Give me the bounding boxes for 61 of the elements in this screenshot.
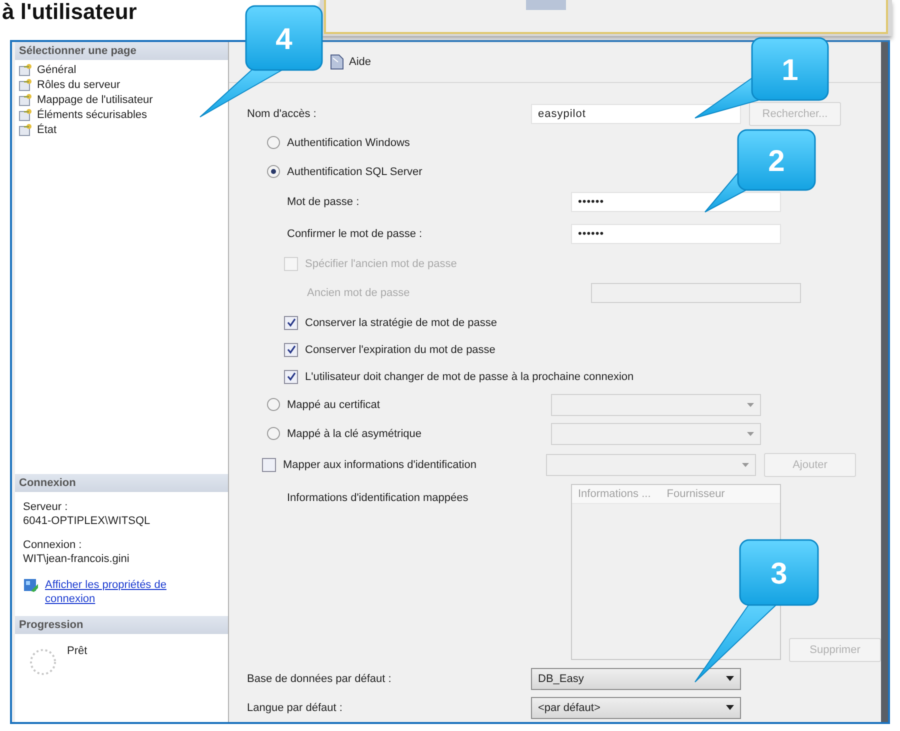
- page-icon: [19, 108, 33, 121]
- page-icon: [19, 63, 33, 76]
- spinner-icon: [29, 648, 57, 676]
- field-label: Authentification Windows: [287, 136, 410, 148]
- page-item[interactable]: Rôles du serveur: [19, 77, 224, 92]
- page-icon: [19, 93, 33, 106]
- field-label: Langue par défaut :: [247, 702, 342, 714]
- dropdown[interactable]: [546, 454, 756, 476]
- section-header: Progression: [15, 616, 228, 634]
- help-button[interactable]: Aide: [327, 52, 374, 72]
- login-name: WIT\jean-francois.gini: [23, 552, 130, 566]
- section-header: Sélectionner une page: [15, 42, 228, 60]
- field-label: L'utilisateur doit changer de mot de passe à la prochaine connexion: [305, 370, 634, 382]
- input-field[interactable]: ••••••: [571, 224, 781, 244]
- server-name: 6041-OPTIPLEX\WITSQL: [23, 514, 152, 528]
- combo-box[interactable]: DB_Easy: [531, 668, 741, 690]
- field-label: Confirmer le mot de passe :: [287, 228, 422, 240]
- dropdown[interactable]: [551, 394, 761, 416]
- server-label: Serveur :: [23, 500, 69, 514]
- checkbox[interactable]: [284, 370, 298, 384]
- page-icon: [19, 78, 33, 91]
- field-label: Informations d'identification mappées: [287, 492, 468, 504]
- page-item[interactable]: État: [19, 122, 224, 137]
- checkbox[interactable]: [284, 342, 298, 356]
- login-label: Connexion :: [23, 538, 83, 552]
- radio-button[interactable]: [267, 165, 280, 178]
- progress-status: Prêt: [67, 644, 88, 658]
- caret-icon: [726, 676, 734, 681]
- checkbox[interactable]: [262, 458, 276, 472]
- caret-icon: [726, 705, 734, 710]
- field-label: Mappé à la clé asymétrique: [287, 428, 422, 440]
- checkbox[interactable]: [284, 316, 298, 330]
- radio-button[interactable]: [267, 136, 280, 149]
- caret-icon: [742, 463, 749, 467]
- caption-text: à l'utilisateur: [1, 0, 137, 24]
- page-item[interactable]: Général: [19, 62, 224, 77]
- field-label: Nom d'accès :: [247, 108, 316, 120]
- dropdown[interactable]: [551, 422, 761, 444]
- page-icon: [19, 123, 33, 136]
- connection-properties-link[interactable]: Afficher les propriétés de connexion: [45, 578, 195, 606]
- field-label: Conserver la stratégie de mot de passe: [305, 316, 497, 328]
- radio-button[interactable]: [267, 427, 280, 440]
- field-label: Mapper aux informations d'identification: [283, 459, 476, 471]
- field-label: Authentification SQL Server: [287, 166, 422, 178]
- field-label: Mot de passe :: [287, 196, 360, 208]
- field-label: Mappé au certificat: [287, 398, 380, 410]
- radio-button[interactable]: [267, 398, 280, 411]
- page-item[interactable]: Mappage de l'utilisateur: [19, 92, 224, 107]
- caret-icon: [747, 402, 754, 406]
- field-label: Base de données par défaut :: [247, 672, 392, 684]
- page-item[interactable]: Éléments sécurisables: [19, 107, 224, 122]
- caret-icon: [747, 432, 754, 436]
- section-header: Connexion: [15, 474, 228, 492]
- combo-box[interactable]: <par défaut>: [531, 696, 741, 718]
- properties-icon: [23, 578, 39, 593]
- field-label: Conserver l'expiration du mot de passe: [305, 344, 496, 356]
- field-label: Spécifier l'ancien mot de passe: [305, 258, 457, 270]
- field-label: Ancien mot de passe: [307, 287, 410, 299]
- input-field[interactable]: easypilot: [531, 104, 741, 124]
- input-field[interactable]: ••••••: [571, 192, 781, 212]
- document-icon: [329, 54, 345, 70]
